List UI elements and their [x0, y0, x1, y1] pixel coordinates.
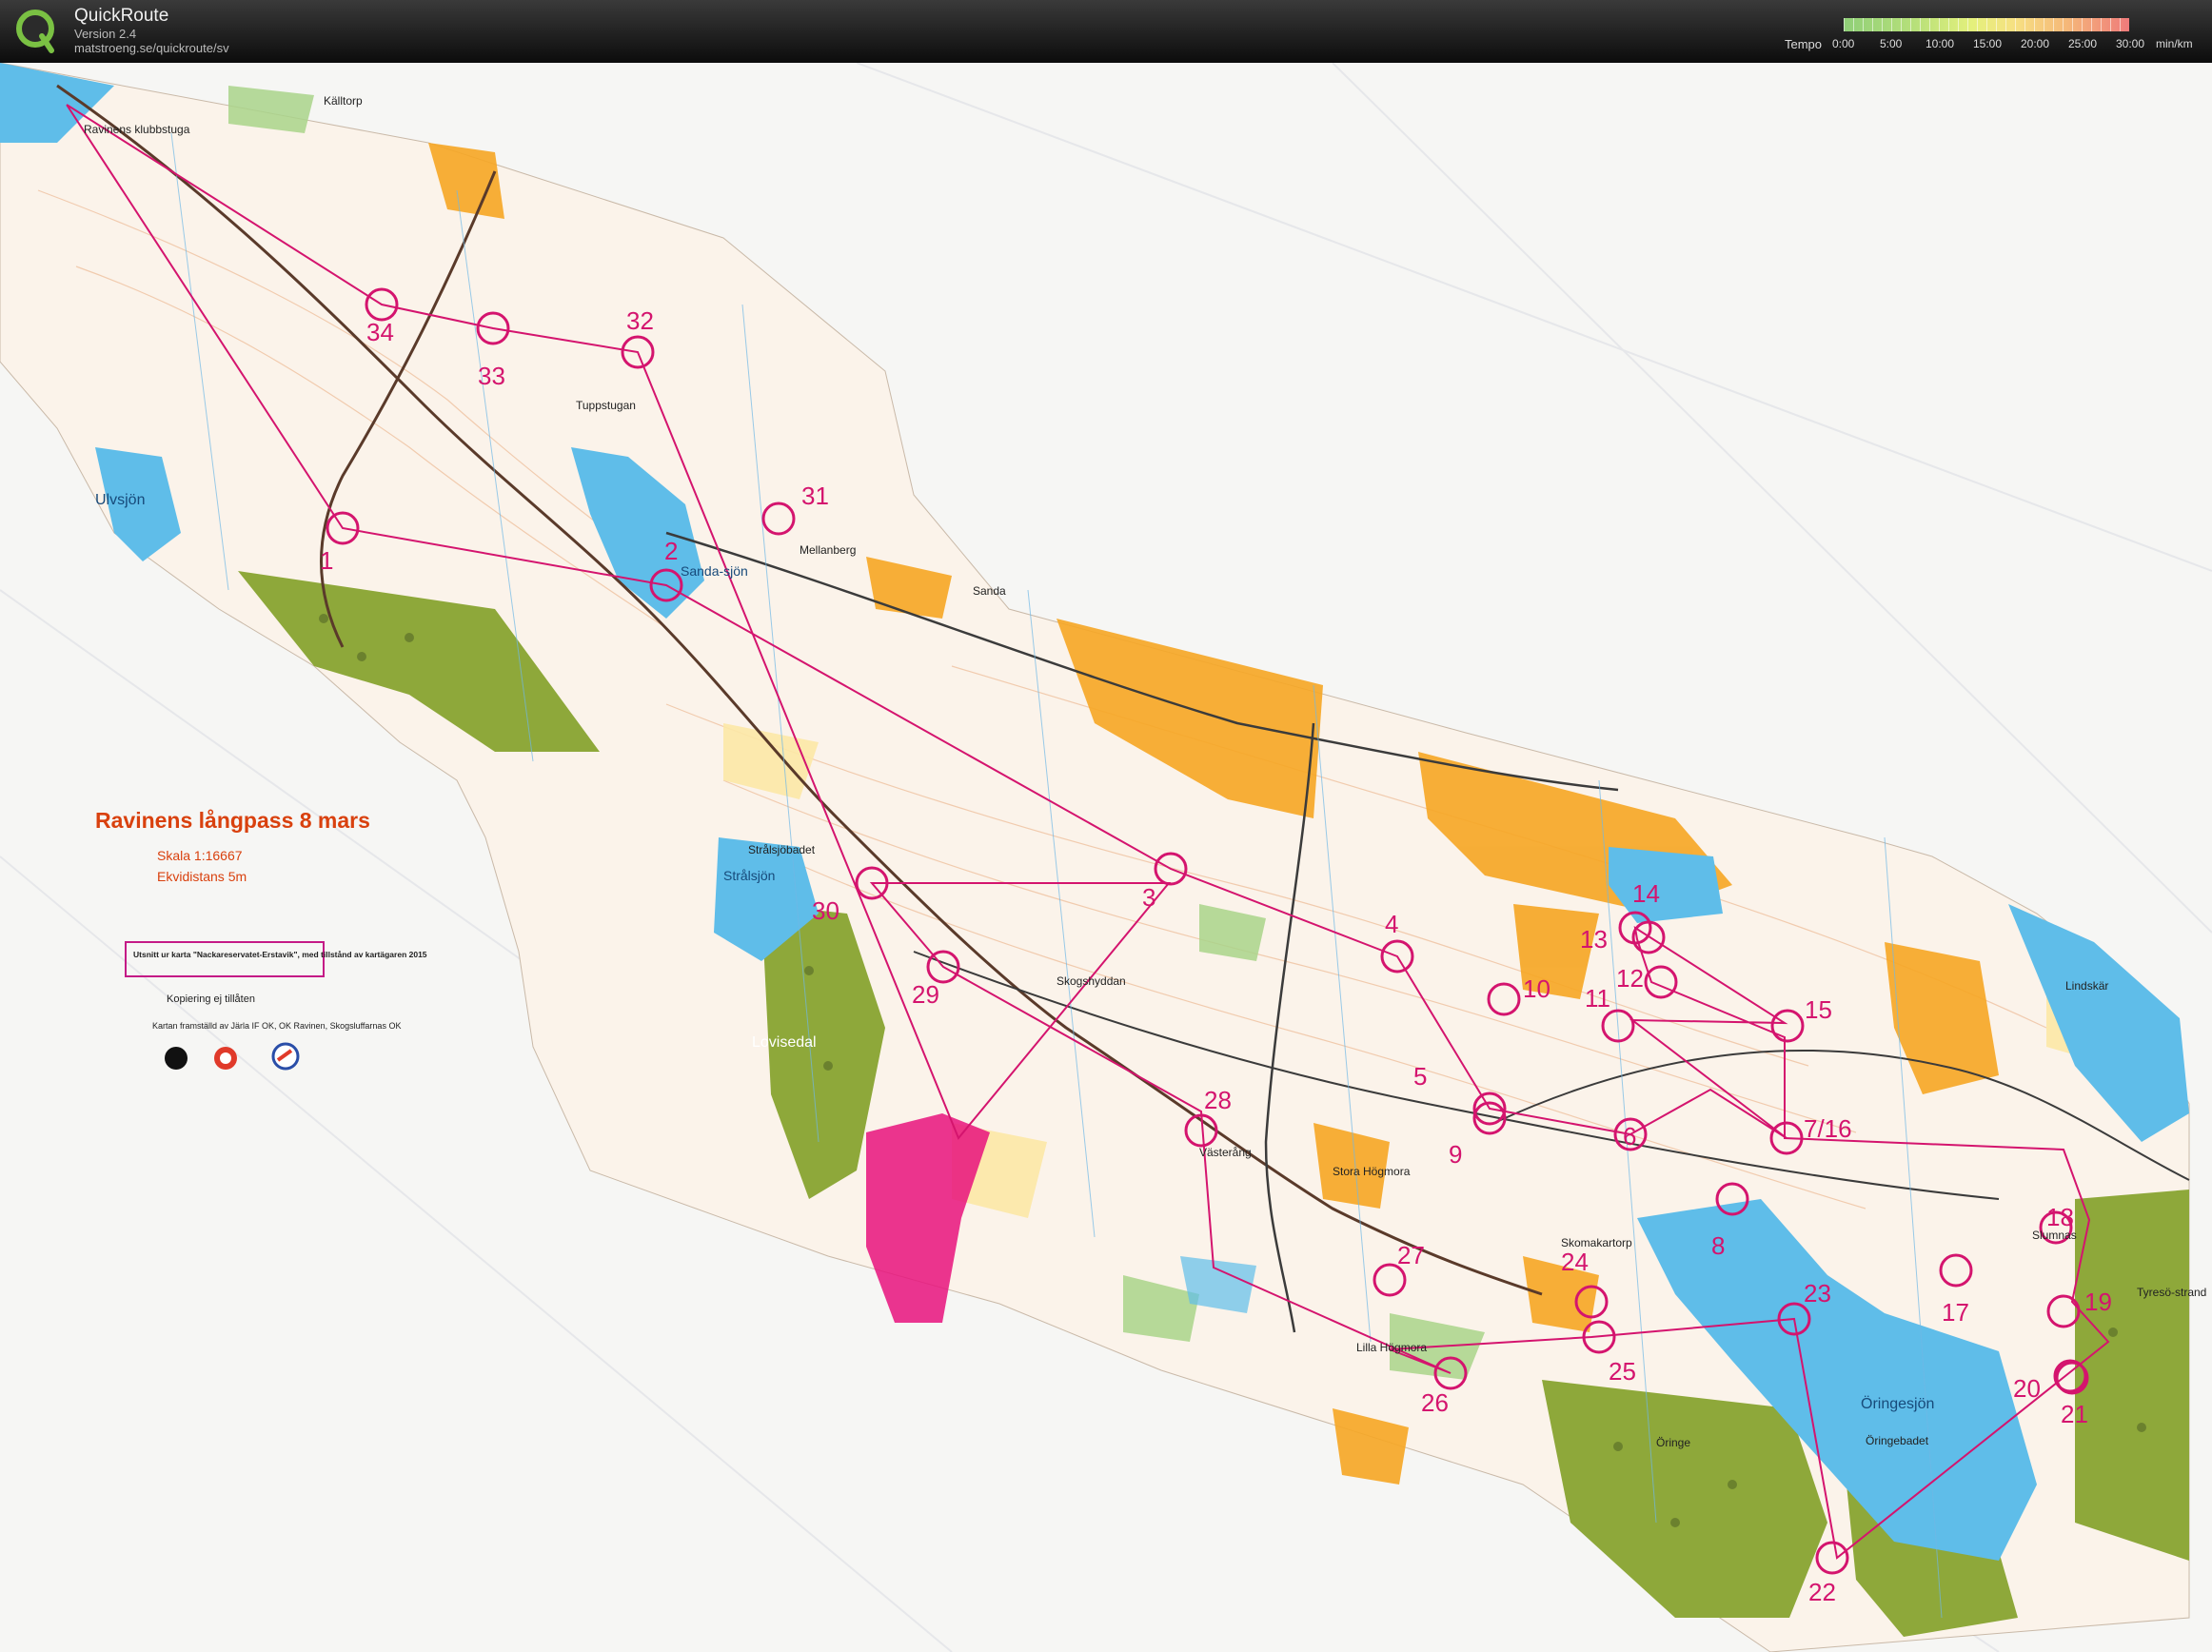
tempo-tick: 0:00: [1832, 37, 1855, 50]
place-name: Ulvsjön: [95, 492, 145, 508]
place-name: Slumnas: [2032, 1229, 2077, 1242]
control-number: 32: [626, 306, 654, 335]
tempo-tick: 20:00: [2021, 37, 2050, 50]
place-name: Ravinens klubbstuga: [84, 123, 190, 136]
place-name: Tyresö-strand: [2137, 1286, 2206, 1299]
control-number: 34: [366, 318, 394, 346]
app-name: QuickRoute: [74, 6, 169, 26]
tempo-tick: 10:00: [1926, 37, 1955, 50]
place-name: Västerång: [1199, 1146, 1252, 1159]
place-name: Skogshyddan: [1057, 974, 1126, 988]
map-title: Ravinens långpass 8 mars: [95, 808, 370, 833]
control-number: 12: [1616, 964, 1644, 993]
tempo-legend: Tempo 0:00 5:00 10:00 15:00 20:00 25:00 …: [1785, 16, 2212, 54]
place-name: Strålsjön: [723, 868, 775, 883]
tempo-unit: min/km: [2156, 37, 2193, 50]
map-credits: Kartan framställd av Järla IF OK, OK Rav…: [152, 1021, 401, 1031]
quickroute-logo-icon: [16, 10, 54, 53]
place-name: Sanda-sjön: [681, 563, 748, 579]
control-number: 3: [1142, 883, 1155, 912]
tempo-tick: 15:00: [1973, 37, 2003, 50]
control-number: 28: [1204, 1086, 1232, 1114]
place-name: Öringesjön: [1861, 1395, 1934, 1412]
control-number: 17: [1942, 1298, 1969, 1327]
place-name: Öringebadet: [1866, 1434, 1929, 1447]
place-name: Mellanberg: [800, 543, 856, 557]
control-number: 20: [2013, 1374, 2041, 1403]
control-number: 33: [478, 362, 505, 390]
control-number: 31: [801, 482, 829, 510]
tempo-tick: 30:00: [2116, 37, 2145, 50]
control-number: 23: [1804, 1279, 1831, 1308]
copy-note: Kopiering ej tillåten: [167, 993, 255, 1005]
place-name: Stora Högmora: [1333, 1165, 1411, 1178]
map-scale: Skala 1:16667: [157, 848, 243, 863]
control-number: 24: [1561, 1248, 1589, 1276]
app-version: Version 2.4: [74, 27, 137, 41]
place-name: Sanda: [973, 584, 1006, 598]
control-number: 1: [320, 546, 333, 575]
place-name: Skomakartorp: [1561, 1236, 1632, 1249]
control-number: 2: [664, 537, 678, 565]
control-number: 8: [1711, 1231, 1725, 1260]
control-number: 4: [1385, 910, 1398, 938]
control-number: 10: [1523, 974, 1550, 1003]
control-number: 25: [1609, 1357, 1636, 1386]
place-name: Lindskär: [2065, 979, 2108, 993]
tempo-title: Tempo: [1785, 37, 1823, 51]
app-url: matstroeng.se/quickroute/sv: [74, 41, 229, 55]
place-name: Öringe: [1656, 1436, 1690, 1449]
orienteering-map[interactable]: 1 2 3 4 5 6 7/16 8 9 10 11 12 13 14 15 1…: [0, 63, 2212, 1652]
place-name: Lovisedal: [752, 1034, 817, 1051]
control-number: 15: [1805, 995, 1832, 1024]
control-number: 13: [1580, 925, 1608, 954]
control-number: 5: [1413, 1062, 1427, 1091]
place-name: Lilla Högmora: [1356, 1341, 1427, 1354]
control-number: 26: [1421, 1388, 1449, 1417]
control-number: 14: [1632, 879, 1660, 908]
control-number: 21: [2061, 1400, 2088, 1428]
control-number: 9: [1449, 1140, 1462, 1169]
place-name: Strålsjöbadet: [748, 843, 816, 856]
control-number: 6: [1623, 1122, 1636, 1150]
control-number: 18: [2046, 1203, 2074, 1231]
map-contour-interval: Ekvidistans 5m: [157, 869, 247, 884]
club-logo-icon: [271, 1042, 300, 1071]
control-number: 19: [2084, 1288, 2112, 1316]
control-number: 7/16: [1804, 1114, 1852, 1143]
control-number: 11: [1585, 984, 1610, 1013]
control-number: 22: [1808, 1578, 1836, 1606]
control-number: 30: [812, 896, 839, 925]
control-number: 29: [912, 980, 939, 1009]
control-number: 27: [1397, 1241, 1425, 1269]
club-logo-icon: [165, 1047, 188, 1070]
tempo-color-scale: [1844, 18, 2129, 31]
excerpt-note: Utsnitt ur karta "Nackareservatet-Erstav…: [133, 950, 427, 959]
place-name: Källtorp: [324, 94, 363, 108]
tempo-tick: 5:00: [1880, 37, 1903, 50]
place-name: Tuppstugan: [576, 399, 636, 412]
title-bar: QuickRoute Version 2.4 matstroeng.se/qui…: [0, 0, 2212, 63]
club-logo-icon: [214, 1047, 237, 1070]
tempo-tick: 25:00: [2068, 37, 2098, 50]
